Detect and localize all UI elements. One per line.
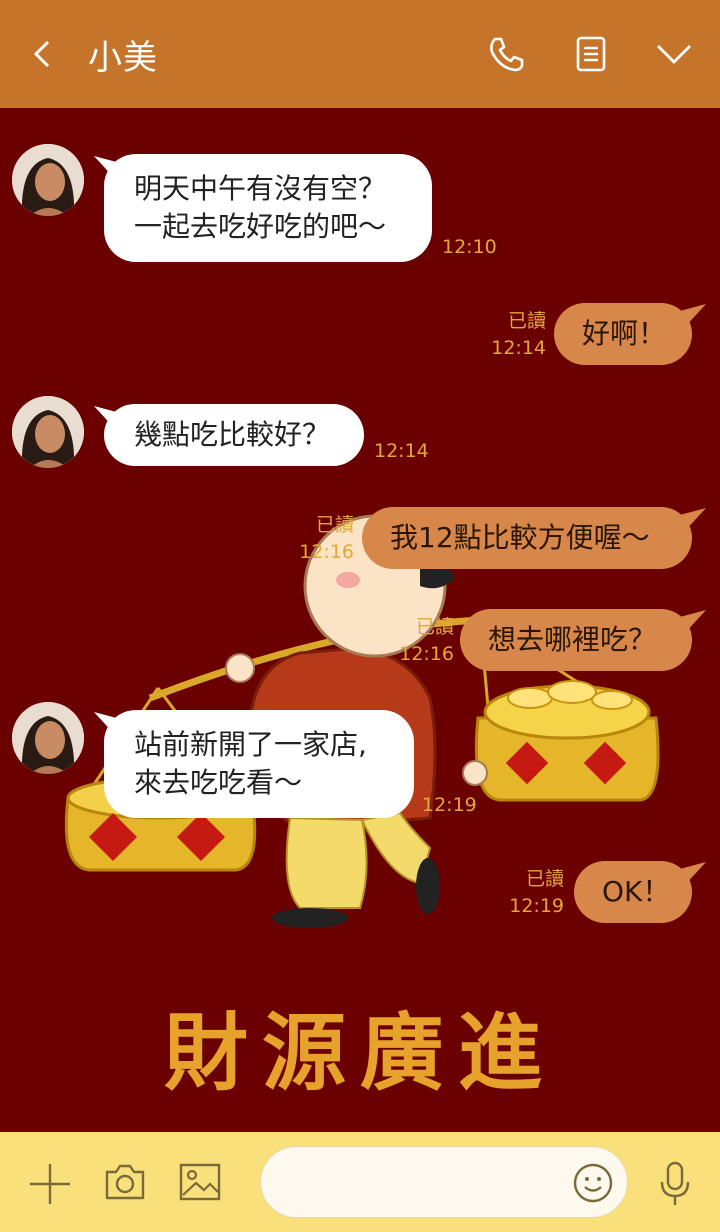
contact-avatar[interactable] [12,144,84,216]
message-time: 12:19 [509,895,564,917]
chevron-down-icon[interactable] [654,34,694,74]
read-receipt: 已讀 [507,310,546,332]
chat-input-bar [0,1132,720,1232]
contact-name: 小美 [88,38,158,78]
message-status: 已讀 12:16 [396,614,454,668]
message-text: 幾點吃比較好？ [134,418,331,451]
contact-avatar[interactable] [12,702,84,774]
message-bubble-incoming[interactable]: 幾點吃比較好？ [104,404,364,466]
message-text: OK！ [602,875,671,908]
phone-icon[interactable] [486,34,526,74]
message-status: 已讀 12:16 [296,512,354,566]
message-bubble-incoming[interactable]: 明天中午有沒有空？ 一起去吃好吃的吧～ [104,154,432,262]
message-text: 想去哪裡吃？ [488,623,657,656]
message-bubble-outgoing[interactable]: 好啊！ [554,303,692,365]
camera-icon[interactable] [103,1162,147,1202]
mic-icon[interactable] [658,1160,692,1208]
message-text: 好啊！ [582,317,667,350]
message-text: 一起去吃好吃的吧～ [134,210,387,243]
image-icon[interactable] [178,1162,222,1202]
chat-header: 小美 [0,0,720,108]
message-time: 12:14 [491,337,546,359]
message-status: 已讀 12:19 [506,866,564,920]
chat-area[interactable]: 明天中午有沒有空？ 一起去吃好吃的吧～ 12:10 已讀 12:14 好啊！ 幾… [0,108,720,1132]
message-bubble-outgoing[interactable]: OK！ [574,861,692,923]
back-icon[interactable] [28,34,58,74]
message-text: 來去吃吃看～ [134,766,303,799]
message-time: 12:19 [422,794,477,816]
plus-icon[interactable] [28,1162,72,1206]
emoji-icon[interactable] [572,1162,614,1204]
avatar-portrait-icon [12,396,84,468]
notes-icon[interactable] [571,34,611,74]
message-time: 12:16 [399,643,454,665]
message-text: 我12點比較方便喔～ [390,521,650,554]
message-bubble-incoming[interactable]: 站前新開了一家店, 來去吃吃看～ [104,710,414,818]
message-bubble-outgoing[interactable]: 我12點比較方便喔～ [362,507,692,569]
message-bubble-outgoing[interactable]: 想去哪裡吃？ [460,609,692,671]
message-time: 12:14 [374,440,429,462]
contact-avatar[interactable] [12,396,84,468]
message-text: 站前新開了一家店, [134,728,367,761]
read-receipt: 已讀 [415,616,454,638]
avatar-portrait-icon [12,702,84,774]
read-receipt: 已讀 [315,514,354,536]
wealth-motto: 財源廣進 [163,1003,556,1102]
message-status: 已讀 12:14 [488,308,546,362]
message-time: 12:16 [299,541,354,563]
avatar-portrait-icon [12,144,84,216]
message-time: 12:10 [442,236,497,258]
message-text: 明天中午有沒有空？ [134,172,387,205]
read-receipt: 已讀 [525,868,564,890]
